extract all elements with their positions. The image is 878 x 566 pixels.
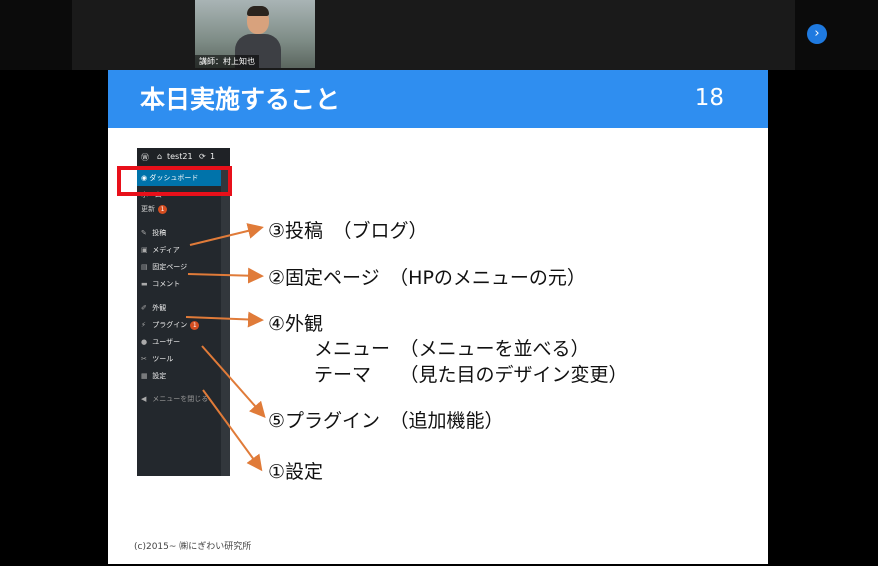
annotation-appearance: ④外観 <box>268 313 324 335</box>
presentation-slide: 本日実施すること 18 Ⓦ ⌂ test21 ⟳ 1 ◉ ダッシュボード ホーム… <box>108 70 768 564</box>
speaker-name-label: 講師：村上知也 <box>195 55 259 68</box>
speaker-hair <box>247 6 269 16</box>
annotation-pages: ②固定ページ （HPのメニューの元） <box>268 267 586 289</box>
slide-credit: (c)2015~ ㈱にぎわい研究所 <box>134 542 252 552</box>
meeting-top-bar: 講師：村上知也 › <box>0 0 878 70</box>
annotation-theme: テーマ （見た目のデザイン変更） <box>314 364 628 386</box>
arrow-pages <box>187 267 264 284</box>
annotation-posts: ③投稿 （ブログ） <box>268 220 428 242</box>
chevron-right-icon[interactable]: › <box>807 24 827 44</box>
annotation-menu: メニュー （メニューを並べる） <box>314 338 590 360</box>
speaker-video-tile[interactable]: 講師：村上知也 <box>195 0 315 68</box>
top-bar-left-panel <box>0 0 72 70</box>
annotation-arrows <box>185 223 266 472</box>
annotation-settings: ①設定 <box>268 461 324 483</box>
arrow-posts <box>189 223 264 246</box>
arrow-appearance <box>185 311 264 328</box>
arrow-plugins <box>201 345 266 418</box>
annotation-plugins: ⑤プラグイン （追加機能） <box>268 410 504 432</box>
